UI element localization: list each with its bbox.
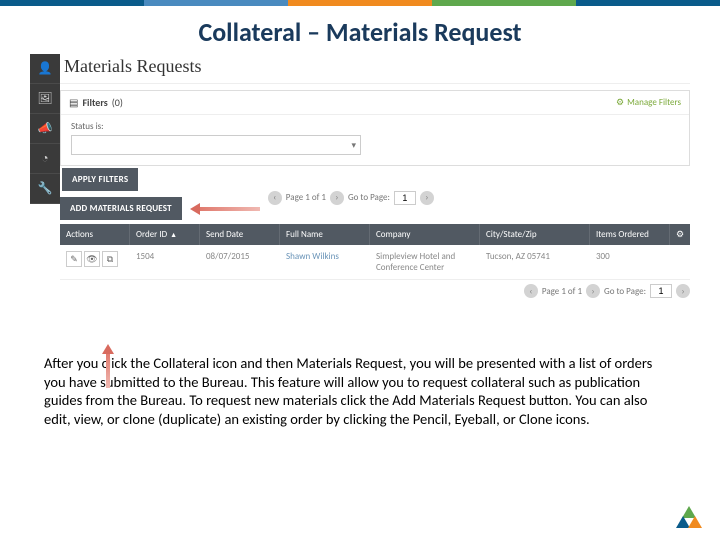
page-text: Page 1 of 1 [286,192,326,203]
table-settings-button[interactable]: ⚙ [670,224,690,245]
manage-filters-label: Manage Filters [627,97,681,108]
clone-icon[interactable]: ⧉ [102,251,118,267]
view-icon[interactable]: 👁 [84,251,100,267]
add-materials-request-button[interactable]: ADD MATERIALS REQUEST [60,197,182,220]
goto-page-input[interactable] [394,191,416,205]
goto-page-input[interactable] [650,284,672,298]
col-order-id[interactable]: Order ID▲ [130,224,200,245]
filters-panel: ▤ Filters (0) ⚙ Manage Filters Status is… [60,90,690,166]
filters-count: (0) [112,96,123,109]
apply-filters-button[interactable]: APPLY FILTERS [62,168,138,191]
cell-company: Simpleview Hotel and Conference Center [370,245,480,279]
brand-logo [676,506,702,528]
arrow-annotation [190,205,260,213]
col-full-name[interactable]: Full Name [280,224,370,245]
goto-page-button[interactable]: › [420,191,434,205]
status-select[interactable]: ▾ [71,135,361,155]
cell-items: 300 [590,245,690,279]
edit-icon[interactable]: ✎ [66,251,82,267]
accent-stripe [0,0,720,6]
slide-title: Collateral – Materials Request [0,6,720,54]
arrow-annotation-vertical [102,344,114,388]
manage-filters-link[interactable]: ⚙ Manage Filters [616,96,681,109]
pager-bottom: ‹ Page 1 of 1 › Go to Page: › [60,284,690,298]
picture-icon[interactable]: 🖼 [30,84,60,114]
page-text: Page 1 of 1 [542,286,582,297]
goto-label: Go to Page: [604,286,646,297]
col-location[interactable]: City/State/Zip [480,224,590,245]
goto-label: Go to Page: [348,192,390,203]
sidebar: 👤 🖼 📣 ◔ 🔧 [30,54,60,204]
next-page-button[interactable]: › [586,284,600,298]
materials-table: Actions Order ID▲ Send Date Full Name Co… [60,224,690,280]
filters-toggle-icon[interactable]: ▤ [69,96,78,109]
prev-page-button[interactable]: ‹ [524,284,538,298]
chevron-down-icon: ▾ [351,140,356,151]
sort-asc-icon: ▲ [170,230,177,239]
app-frame: 👤 🖼 📣 ◔ 🔧 Materials Requests ▤ Filters (… [30,54,690,298]
next-page-button[interactable]: › [330,191,344,205]
cell-order-id: 1504 [130,245,200,279]
col-send-date[interactable]: Send Date [200,224,280,245]
col-company[interactable]: Company [370,224,480,245]
cell-send-date: 08/07/2015 [200,245,280,279]
goto-page-button[interactable]: › [676,284,690,298]
table-header: Actions Order ID▲ Send Date Full Name Co… [60,224,690,245]
prev-page-button[interactable]: ‹ [268,191,282,205]
person-icon[interactable]: 👤 [30,54,60,84]
table-row: ✎ 👁 ⧉ 1504 08/07/2015 Shawn Wilkins Simp… [60,245,690,280]
status-label: Status is: [71,121,679,132]
pager-top: ‹ Page 1 of 1 › Go to Page: › [268,191,434,205]
cell-location: Tucson, AZ 05741 [480,245,590,279]
wrench-icon[interactable]: 🔧 [30,174,60,204]
bullhorn-icon[interactable]: 📣 [30,114,60,144]
filters-heading: Filters [82,96,107,109]
gear-icon: ⚙ [616,97,624,108]
col-items[interactable]: Items Ordered [590,224,670,245]
page-title: Materials Requests [60,54,690,84]
chart-icon[interactable]: ◔ [30,144,60,174]
slide-caption: After you click the Collateral icon and … [44,354,676,428]
col-actions: Actions [60,224,130,245]
cell-full-name[interactable]: Shawn Wilkins [280,245,370,279]
